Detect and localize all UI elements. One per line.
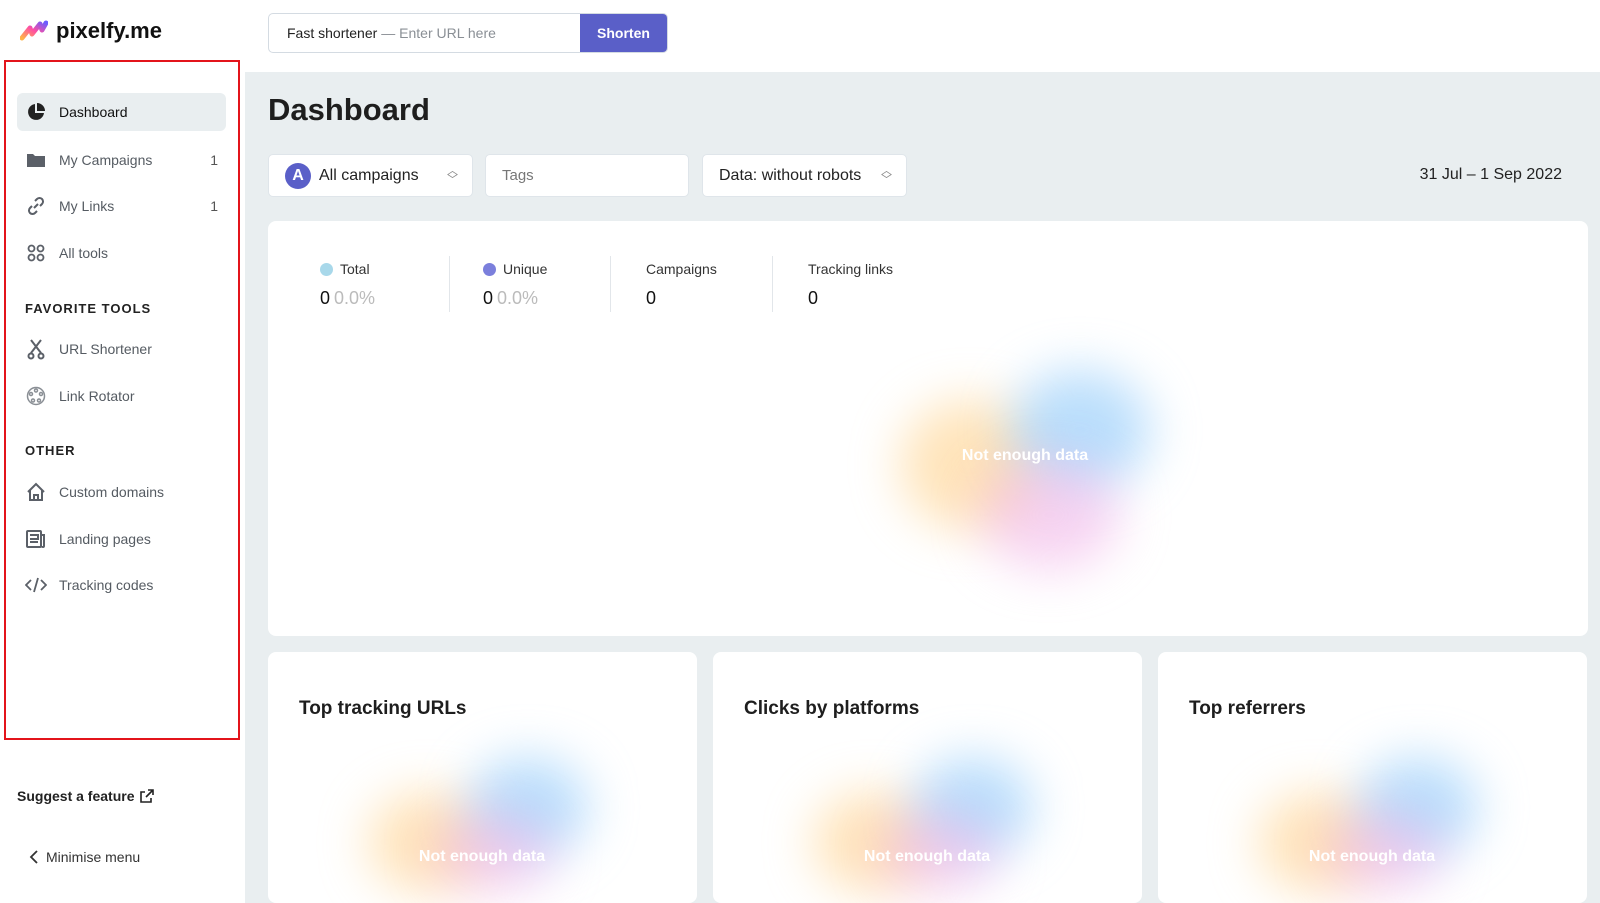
sidebar-item-label: Tracking codes — [59, 577, 154, 593]
sidebar-item-tracking-codes[interactable]: Tracking codes — [17, 566, 226, 604]
grid-icon — [25, 242, 47, 264]
external-link-icon — [140, 789, 155, 803]
input-prefix: Fast shortener — [287, 25, 378, 41]
other-heading: OTHER — [25, 443, 76, 458]
tags-input[interactable]: Tags — [485, 154, 689, 197]
robots-data-select[interactable]: Data: without robots ︿ ﹀ — [702, 154, 907, 197]
not-enough-data-text: Not enough data — [1308, 848, 1436, 865]
input-placeholder: — Enter URL here — [381, 25, 496, 41]
sidebar-item-label: URL Shortener — [59, 341, 152, 357]
date-range-picker[interactable]: 31 Jul – 1 Sep 2022 — [1420, 166, 1562, 184]
pie-chart-icon — [25, 101, 47, 123]
sidebar-item-landing-pages[interactable]: Landing pages — [17, 520, 226, 558]
sidebar-item-label: Custom domains — [59, 484, 165, 500]
stat-tracking-links: Tracking links 0 — [808, 258, 893, 313]
brand-name: pixelfy.me — [56, 18, 162, 43]
top-referrers-card: Top referrers Not enough data — [1158, 652, 1587, 903]
card-title: Clicks by platforms — [744, 698, 920, 719]
sidebar-item-my-links[interactable]: My Links 1 — [17, 187, 226, 225]
stat-value: 0 — [483, 288, 494, 308]
sidebar-item-dashboard[interactable]: Dashboard — [17, 93, 226, 131]
sidebar-item-label: Landing pages — [59, 531, 151, 547]
suggest-feature-link[interactable]: Suggest a feature — [17, 788, 155, 804]
stat-value: 0 — [320, 288, 331, 308]
url-input[interactable]: Fast shortener — Enter URL here — [269, 14, 580, 52]
scissors-icon — [25, 338, 47, 360]
robots-select-value: Data: without robots — [719, 166, 862, 184]
sidebar-item-my-campaigns[interactable]: My Campaigns 1 — [17, 141, 226, 179]
minimise-menu-label: Minimise menu — [46, 849, 141, 865]
sidebar-item-link-rotator[interactable]: Link Rotator — [17, 377, 226, 415]
sidebar-item-label: Link Rotator — [59, 388, 135, 404]
campaign-select-value: All campaigns — [319, 166, 419, 184]
home-icon — [25, 481, 47, 503]
suggest-feature-label: Suggest a feature — [17, 788, 135, 804]
card-title: Top tracking URLs — [299, 698, 467, 719]
favorite-tools-heading: FAVORITE TOOLS — [25, 301, 152, 316]
logo[interactable]: pixelfy.me — [20, 18, 162, 44]
stat-label: Campaigns — [646, 261, 717, 277]
sidebar-item-label: My Campaigns — [59, 152, 153, 168]
chevron-left-icon — [29, 850, 38, 864]
links-count: 1 — [210, 198, 218, 214]
link-icon — [25, 195, 47, 217]
page-title: Dashboard — [268, 92, 430, 127]
sidebar-item-custom-domains[interactable]: Custom domains — [17, 473, 226, 511]
folder-icon — [25, 149, 47, 171]
sidebar: Dashboard My Campaigns 1 My Links 1 All … — [0, 72, 245, 903]
divider — [772, 256, 773, 312]
logo-icon — [20, 20, 48, 41]
sidebar-item-label: All tools — [59, 245, 109, 261]
stat-percent: 0.0% — [334, 288, 376, 308]
updown-chevron-icon: ︿ ﹀ — [881, 164, 892, 186]
tags-placeholder: Tags — [502, 167, 534, 184]
stat-label: Total — [340, 261, 370, 277]
top-tracking-urls-card: Top tracking URLs Not enough data — [268, 652, 697, 903]
stat-total: Total 0 0.0% — [320, 258, 375, 313]
sidebar-item-all-tools[interactable]: All tools — [17, 234, 226, 272]
not-enough-data-text: Not enough data — [961, 447, 1089, 464]
stat-unique: Unique 0 0.0% — [483, 258, 547, 313]
stat-campaigns: Campaigns 0 — [646, 258, 717, 313]
minimise-menu-button[interactable]: Minimise menu — [28, 849, 140, 865]
sidebar-item-label: My Links — [59, 198, 115, 214]
newspaper-icon — [25, 528, 47, 550]
rotator-icon — [25, 385, 47, 407]
clicks-by-platforms-card: Clicks by platforms Not enough data — [713, 652, 1142, 903]
top-bar: pixelfy.me Fast shortener — Enter URL her… — [0, 0, 1600, 72]
stat-label: Tracking links — [808, 261, 894, 277]
unique-dot-icon — [483, 262, 496, 276]
sidebar-item-label: Dashboard — [59, 104, 128, 120]
code-icon — [25, 574, 47, 596]
sidebar-item-url-shortener[interactable]: URL Shortener — [17, 330, 226, 368]
not-enough-data-text: Not enough data — [418, 848, 546, 865]
campaign-select[interactable]: A All campaigns ︿ ﹀ — [268, 154, 473, 197]
stat-value: 0 — [808, 288, 819, 308]
shorten-button[interactable]: Shorten — [580, 14, 667, 52]
url-shortener-form: Fast shortener — Enter URL here Shorten — [268, 13, 668, 53]
not-enough-data-text: Not enough data — [863, 848, 991, 865]
stat-label: Unique — [503, 261, 548, 277]
updown-chevron-icon: ︿ ﹀ — [447, 164, 458, 186]
card-title: Top referrers — [1189, 698, 1306, 719]
divider — [449, 256, 450, 312]
stat-value: 0 — [646, 288, 657, 308]
campaigns-count: 1 — [210, 152, 218, 168]
campaign-avatar: A — [285, 162, 311, 189]
stat-percent: 0.0% — [497, 288, 539, 308]
total-dot-icon — [320, 262, 333, 276]
divider — [610, 256, 611, 312]
